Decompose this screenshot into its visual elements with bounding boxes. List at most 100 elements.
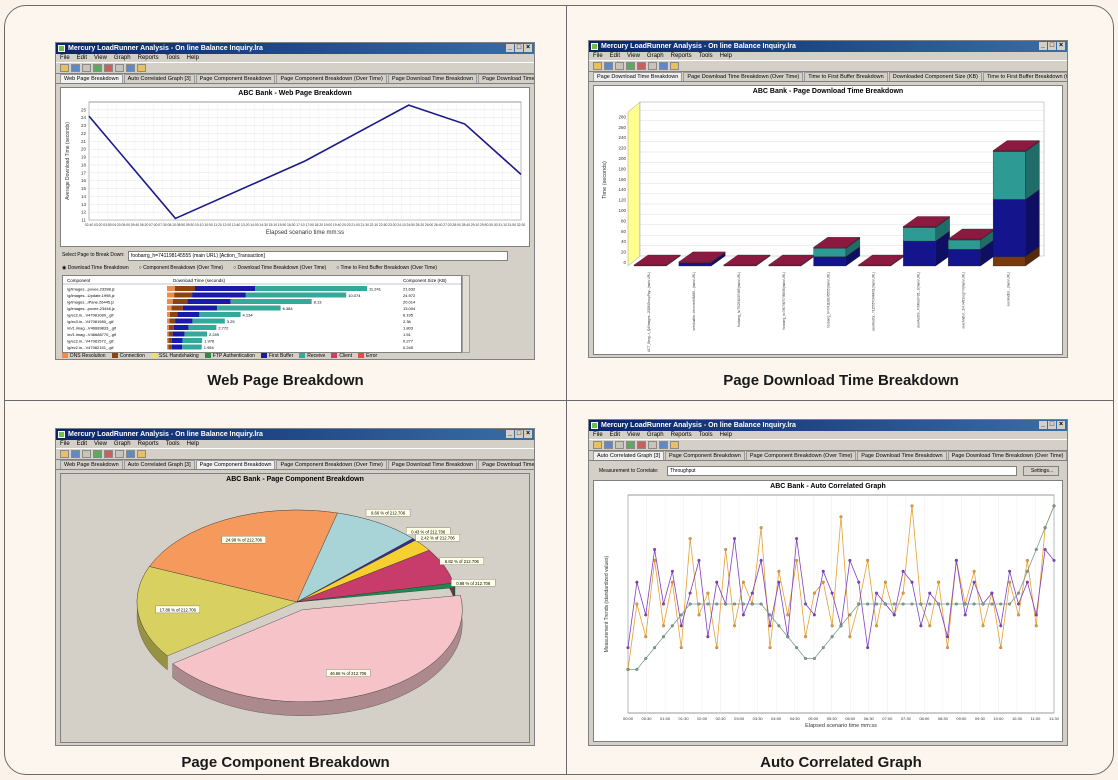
print-icon[interactable]: [82, 64, 91, 72]
menu-item[interactable]: Edit: [610, 432, 620, 438]
graph-icon[interactable]: [93, 64, 102, 72]
minimize-button[interactable]: _: [1039, 421, 1047, 429]
menu-item[interactable]: Graph: [114, 55, 131, 61]
minimize-button[interactable]: _: [506, 44, 514, 52]
menu-item[interactable]: Edit: [77, 55, 87, 61]
menu-item[interactable]: Help: [720, 432, 732, 438]
graph-tab[interactable]: Auto Correlated Graph [3]: [593, 451, 664, 460]
breakdown-radio[interactable]: ○ Time to First Buffer Breakdown (Over T…: [336, 265, 437, 271]
save-icon[interactable]: [71, 64, 80, 72]
menu-item[interactable]: File: [60, 441, 70, 447]
properties-icon[interactable]: [670, 441, 679, 449]
menu-item[interactable]: File: [593, 432, 603, 438]
menu-item[interactable]: Tools: [166, 441, 180, 447]
menu-item[interactable]: Graph: [647, 432, 664, 438]
maximize-button[interactable]: □: [1048, 421, 1056, 429]
maximize-button[interactable]: □: [1048, 42, 1056, 50]
print-icon[interactable]: [615, 62, 624, 70]
menu-item[interactable]: View: [94, 441, 107, 447]
menu-item[interactable]: Reports: [138, 55, 159, 61]
graph-tab[interactable]: Time to First Buffer Breakdown (Over Tim…: [983, 72, 1067, 81]
undo-icon[interactable]: [115, 450, 124, 458]
graph-tab[interactable]: Page Component Breakdown (Over Time): [745, 451, 857, 460]
menu-item[interactable]: Help: [720, 53, 732, 59]
maximize-button[interactable]: □: [515, 44, 523, 52]
graph-icon[interactable]: [93, 450, 102, 458]
menu-item[interactable]: File: [60, 55, 70, 61]
undo-icon[interactable]: [115, 64, 124, 72]
table-scrollbar[interactable]: [462, 275, 470, 353]
minimize-button[interactable]: _: [506, 430, 514, 438]
legend-icon[interactable]: [126, 450, 135, 458]
graph-tab[interactable]: Page Download Time Breakdown: [387, 74, 478, 83]
graph-icon[interactable]: [626, 441, 635, 449]
close-button[interactable]: ×: [524, 430, 532, 438]
graph-tab[interactable]: Page Component Breakdown: [195, 460, 276, 469]
filter-icon[interactable]: [104, 450, 113, 458]
breakdown-radio[interactable]: ◉ Download Time Breakdown: [62, 265, 129, 271]
open-icon[interactable]: [60, 450, 69, 458]
filter-icon[interactable]: [104, 64, 113, 72]
close-button[interactable]: ×: [1057, 421, 1065, 429]
properties-icon[interactable]: [137, 450, 146, 458]
save-icon[interactable]: [604, 62, 613, 70]
maximize-button[interactable]: □: [515, 430, 523, 438]
open-icon[interactable]: [593, 62, 602, 70]
close-button[interactable]: ×: [524, 44, 532, 52]
graph-tab[interactable]: Web Page Breakdown: [60, 74, 123, 83]
graph-tab[interactable]: Page Component Breakdown: [664, 451, 745, 460]
menu-item[interactable]: Tools: [699, 432, 713, 438]
legend-icon[interactable]: [659, 62, 668, 70]
graph-tab[interactable]: Auto Correlated Graph [3]: [123, 74, 195, 83]
menu-item[interactable]: Help: [187, 441, 199, 447]
graph-tab[interactable]: Downloaded Component Size (KB): [888, 72, 983, 81]
legend-icon[interactable]: [659, 441, 668, 449]
print-icon[interactable]: [82, 450, 91, 458]
properties-icon[interactable]: [670, 62, 679, 70]
menu-item[interactable]: Graph: [114, 441, 131, 447]
breakdown-radio[interactable]: ○ Component Breakdown (Over Time): [139, 265, 223, 271]
menu-item[interactable]: Edit: [610, 53, 620, 59]
graph-tab[interactable]: Page Download Time Breakdown (Over Time): [947, 451, 1067, 460]
graph-tab[interactable]: Auto Correlated Graph [3]: [123, 460, 195, 469]
close-button[interactable]: ×: [1057, 42, 1065, 50]
save-icon[interactable]: [604, 441, 613, 449]
graph-tab[interactable]: Page Download Time Breakdown: [387, 460, 478, 469]
menu-item[interactable]: Tools: [699, 53, 713, 59]
graph-tab[interactable]: Page Download Time Breakdown (Over Time): [478, 460, 534, 469]
graph-tab[interactable]: Page Download Time Breakdown: [593, 72, 683, 81]
menu-item[interactable]: Edit: [77, 441, 87, 447]
breakdown-radio[interactable]: ○ Download Time Breakdown (Over Time): [233, 265, 326, 271]
menu-item[interactable]: Reports: [671, 432, 692, 438]
undo-icon[interactable]: [648, 62, 657, 70]
measurement-dropdown[interactable]: Throughput: [667, 466, 1017, 476]
open-icon[interactable]: [60, 64, 69, 72]
menu-item[interactable]: View: [627, 53, 640, 59]
graph-tab[interactable]: Page Component Breakdown: [195, 74, 276, 83]
minimize-button[interactable]: _: [1039, 42, 1047, 50]
graph-icon[interactable]: [626, 62, 635, 70]
select-page-dropdown[interactable]: foobarrg_h=741198145555 (main URL) [Acti…: [128, 251, 508, 261]
menu-item[interactable]: Help: [187, 55, 199, 61]
menu-item[interactable]: File: [593, 53, 603, 59]
graph-tab[interactable]: Page Component Breakdown (Over Time): [276, 74, 387, 83]
menu-item[interactable]: Reports: [138, 441, 159, 447]
graph-tab[interactable]: Page Download Time Breakdown: [857, 451, 947, 460]
graph-tab[interactable]: Page Download Time Breakdown (Over Time): [683, 72, 804, 81]
filter-icon[interactable]: [637, 62, 646, 70]
graph-tab[interactable]: Web Page Breakdown: [60, 460, 123, 469]
graph-tab[interactable]: Page Download Time Breakdown (Over Time): [478, 74, 534, 83]
properties-icon[interactable]: [137, 64, 146, 72]
graph-tab[interactable]: Time to First Buffer Breakdown: [804, 72, 888, 81]
menu-item[interactable]: Reports: [671, 53, 692, 59]
print-icon[interactable]: [615, 441, 624, 449]
graph-tab[interactable]: Page Component Breakdown (Over Time): [276, 460, 387, 469]
menu-item[interactable]: View: [627, 432, 640, 438]
menu-item[interactable]: Graph: [647, 53, 664, 59]
settings-button[interactable]: Settings...: [1023, 466, 1059, 476]
menu-item[interactable]: View: [94, 55, 107, 61]
save-icon[interactable]: [71, 450, 80, 458]
undo-icon[interactable]: [648, 441, 657, 449]
filter-icon[interactable]: [637, 441, 646, 449]
menu-item[interactable]: Tools: [166, 55, 180, 61]
